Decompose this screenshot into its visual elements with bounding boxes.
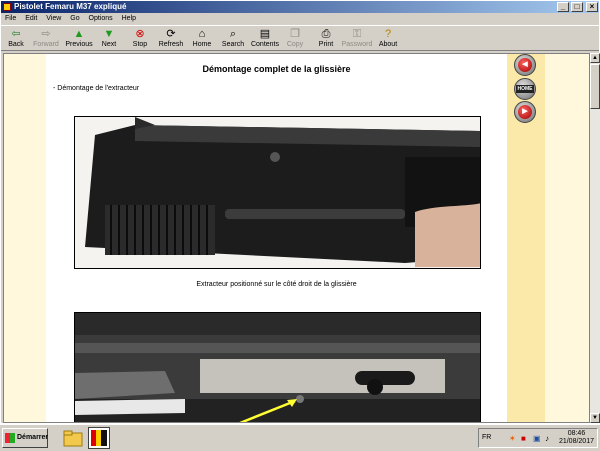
down-arrow-icon: ▼ xyxy=(103,28,115,40)
toolbar: ⇦ Back ⇨ Forward ▲ Previous ▼ Next ⊗ Sto… xyxy=(1,25,599,51)
refresh-icon: ⟳ xyxy=(166,28,176,40)
clock[interactable]: 08:46 21/08/2017 xyxy=(559,430,594,446)
key-icon: ⚿ xyxy=(352,28,362,40)
house-icon: ⌂ xyxy=(198,28,206,40)
left-arrow-icon: ◀ xyxy=(518,58,532,72)
menu-options[interactable]: Options xyxy=(86,13,116,24)
menu-bar: File Edit View Go Options Help xyxy=(1,13,599,24)
language-indicator[interactable]: FR xyxy=(482,434,491,441)
forward-arrow-icon: ⇨ xyxy=(41,28,51,40)
antivirus-tray-icon[interactable]: ✶ xyxy=(509,434,518,443)
nav-previous-button[interactable]: ◀ xyxy=(514,54,536,76)
password-button[interactable]: ⚿ Password xyxy=(341,27,373,51)
scroll-up-button[interactable]: ▲ xyxy=(590,53,600,63)
forward-button[interactable]: ⇨ Forward xyxy=(31,27,61,51)
start-label: Démarrer xyxy=(17,434,49,441)
previous-button[interactable]: ▲ Previous xyxy=(64,27,94,51)
stop-icon: ⊗ xyxy=(135,28,145,40)
section-heading: - Démontage de l'extracteur xyxy=(53,85,140,92)
app-taskbar-button[interactable] xyxy=(88,427,110,449)
question-icon: ? xyxy=(384,28,392,40)
refresh-button[interactable]: ⟳ Refresh xyxy=(157,27,185,51)
scroll-down-button[interactable]: ▼ xyxy=(590,413,600,423)
page-body: Démontage complet de la glissière - Démo… xyxy=(46,54,507,422)
copy-icon: ❐ xyxy=(290,28,300,40)
next-button[interactable]: ▼ Next xyxy=(98,27,120,51)
search-button[interactable]: ⌕ Search xyxy=(221,27,245,51)
contents-button[interactable]: ▤ Contents xyxy=(250,27,280,51)
title-bar[interactable]: Pistolet Femaru M37 expliqué _ □ × xyxy=(1,1,599,13)
menu-help[interactable]: Help xyxy=(119,13,139,24)
slide-image-2 xyxy=(75,313,480,422)
folder-taskbar-icon[interactable] xyxy=(62,427,84,449)
application-window: Pistolet Femaru M37 expliqué _ □ × File … xyxy=(0,0,600,424)
vertical-scrollbar[interactable]: ▲ ▼ xyxy=(590,53,600,423)
clock-time: 08:46 xyxy=(567,430,586,437)
menu-view[interactable]: View xyxy=(43,13,64,24)
right-arrow-icon: ▶ xyxy=(518,105,532,119)
back-arrow-icon: ⇦ xyxy=(11,28,21,40)
security-tray-icon[interactable]: ■ xyxy=(521,434,530,443)
stop-button[interactable]: ⊗ Stop xyxy=(129,27,151,51)
app-icon[interactable] xyxy=(3,3,11,11)
nav-next-button[interactable]: ▶ xyxy=(514,101,536,123)
folder-icon xyxy=(63,430,83,447)
slide-image-1 xyxy=(75,117,480,268)
up-arrow-icon: ▲ xyxy=(73,28,85,40)
content-area[interactable]: Démontage complet de la glissière - Démo… xyxy=(3,53,590,423)
app-taskbar-icon xyxy=(91,430,107,446)
print-button[interactable]: ⎙ Print xyxy=(316,27,336,51)
nav-home-button[interactable]: HOME xyxy=(514,78,536,100)
scroll-thumb[interactable] xyxy=(590,64,600,109)
system-tray: FR ✶ ■ ▣ ♪ 08:46 21/08/2017 xyxy=(478,428,598,448)
start-button[interactable]: Démarrer xyxy=(2,428,48,448)
book-icon: ▤ xyxy=(259,28,271,40)
menu-go[interactable]: Go xyxy=(67,13,82,24)
taskbar: Démarrer FR ✶ ■ ▣ ♪ 08:46 21/08/2017 xyxy=(0,424,600,450)
slide-photo-2 xyxy=(74,312,481,422)
clock-date: 21/08/2017 xyxy=(558,438,594,445)
photo-caption-1: Extracteur positionné sur le côté droit … xyxy=(196,281,357,288)
back-button[interactable]: ⇦ Back xyxy=(5,27,27,51)
windows-logo-icon xyxy=(5,433,15,443)
about-button[interactable]: ? About xyxy=(377,27,399,51)
volume-tray-icon[interactable]: ♪ xyxy=(545,434,554,443)
copy-button[interactable]: ❐ Copy xyxy=(285,27,305,51)
window-title: Pistolet Femaru M37 expliqué xyxy=(14,2,127,11)
menu-file[interactable]: File xyxy=(2,13,19,24)
search-icon: ⌕ xyxy=(229,28,237,40)
navigation-strip: ◀ HOME ▶ xyxy=(507,54,545,422)
page-title: Démontage complet de la glissière xyxy=(202,64,351,74)
home-button[interactable]: ⌂ Home xyxy=(191,27,213,51)
slide-photo-1 xyxy=(74,116,481,269)
printer-icon: ⎙ xyxy=(321,28,331,40)
minimize-button[interactable]: _ xyxy=(557,2,569,12)
network-tray-icon[interactable]: ▣ xyxy=(533,434,542,443)
close-button[interactable]: × xyxy=(586,2,598,12)
nav-home-label: HOME xyxy=(516,85,534,93)
maximize-button[interactable]: □ xyxy=(571,2,583,12)
menu-edit[interactable]: Edit xyxy=(22,13,40,24)
